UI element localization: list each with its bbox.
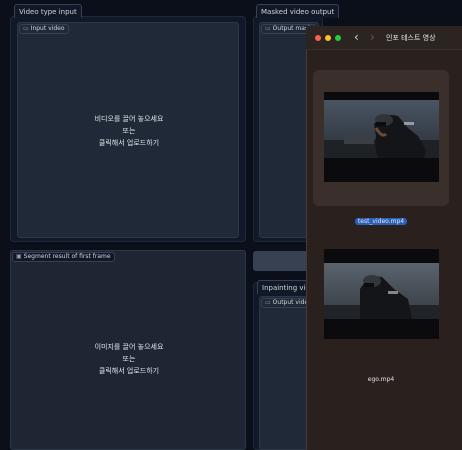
drop-line-2: 또는 — [122, 127, 136, 135]
close-icon[interactable] — [315, 35, 321, 41]
video-icon: ▭ — [23, 25, 29, 32]
drop-line-1: 이미지를 끌어 놓으세요 — [94, 343, 164, 351]
file-name-wrapper: ego.mp4 — [313, 366, 449, 385]
segment-result-label: ▣ Segment result of first frame — [12, 252, 115, 262]
video-icon: ▭ — [265, 299, 271, 306]
segment-result-drop-zone[interactable]: ▣ Segment result of first frame 이미지를 끌어 … — [10, 250, 246, 450]
drop-line-3: 클릭해서 업로드하기 — [98, 367, 160, 375]
drop-line-1: 비디오를 끌어 놓으세요 — [94, 115, 164, 123]
back-icon[interactable]: ‹ — [354, 30, 359, 44]
finder-title: 인포 테스트 영상 — [386, 34, 436, 42]
video-icon: ▭ — [265, 25, 271, 32]
input-video-label: ▭ Input video — [19, 24, 69, 34]
zoom-icon[interactable] — [335, 35, 341, 41]
input-video-label-text: Input video — [30, 25, 65, 32]
drop-line-3: 클릭해서 업로드하기 — [98, 139, 160, 147]
finder-titlebar[interactable]: ‹ › 인포 테스트 영상 — [306, 26, 462, 50]
cyclist-thumbnail-image — [324, 92, 439, 182]
video-drop-text: 비디오를 끌어 놓으세요 또는 클릭해서 업로드하기 — [18, 113, 240, 149]
video-drop-zone[interactable]: ▭ Input video 비디오를 끌어 놓으세요 또는 클릭해서 업로드하기 — [17, 22, 239, 238]
video-thumbnail[interactable] — [324, 249, 439, 339]
image-drop-text: 이미지를 끌어 놓으세요 또는 클릭해서 업로드하기 — [11, 341, 247, 377]
file-name-ego[interactable]: ego.mp4 — [368, 376, 394, 383]
cyclist-thumbnail-image — [324, 249, 439, 339]
minimize-icon[interactable] — [325, 35, 331, 41]
file-name-wrapper: test_video.mp4 — [313, 208, 449, 227]
segment-result-label-text: Segment result of first frame — [23, 253, 111, 260]
tab-masked-video-output[interactable]: Masked video output — [256, 4, 340, 18]
video-thumbnail[interactable] — [324, 92, 439, 182]
drop-line-2: 또는 — [122, 355, 136, 363]
file-name-test-video[interactable]: test_video.mp4 — [354, 218, 408, 225]
image-icon: ▣ — [16, 253, 22, 260]
tab-video-type-input[interactable]: Video type input — [14, 4, 82, 18]
forward-icon[interactable]: › — [370, 30, 375, 44]
